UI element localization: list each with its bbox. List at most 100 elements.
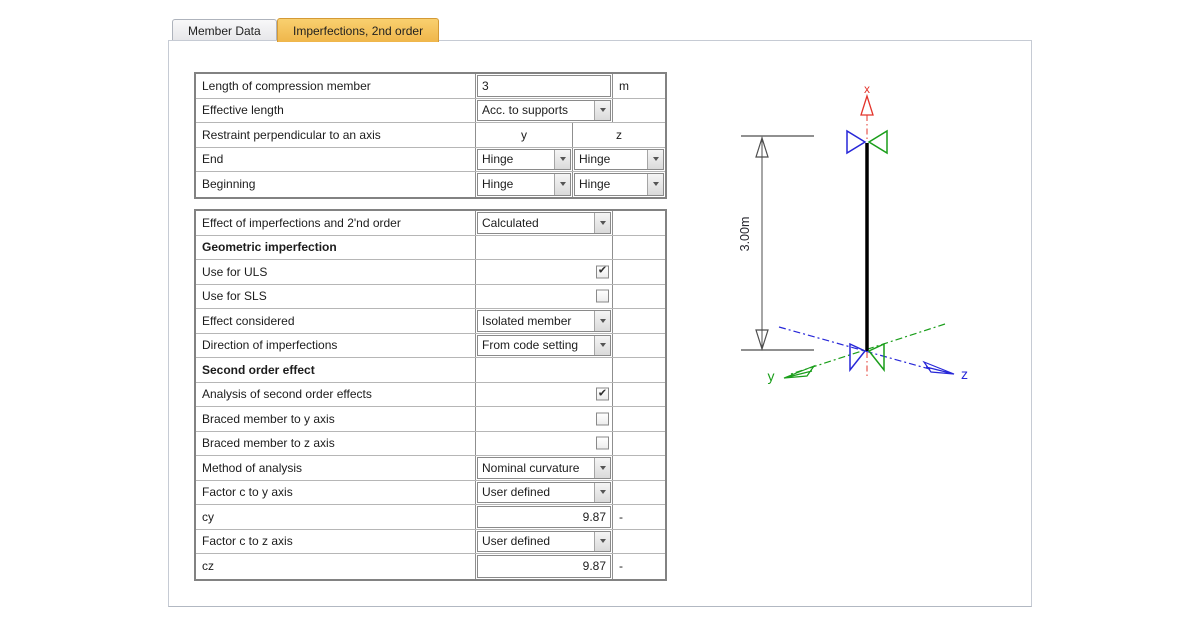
dropdown[interactable]: User defined [477,482,611,504]
tab-label: Member Data [188,24,261,38]
unit-cell [613,481,665,505]
checkmark-icon: ✔ [598,388,607,399]
value-cell: Acc. to supports [476,99,613,123]
value-cell [476,236,613,260]
row-label: cy [196,505,476,529]
dropdown-arrow-icon[interactable] [594,458,610,478]
geometry-table: Length of compression member3mEffective … [194,72,667,199]
dropdown-value: Hinge [482,177,529,191]
unit-cell [613,383,665,407]
dropdown-arrow-icon[interactable] [594,483,610,503]
checkbox[interactable] [596,437,609,450]
row-label: Effective length [196,99,476,123]
dropdown-arrow-icon[interactable] [647,174,663,195]
dropdown-value: Hinge [482,152,529,166]
row-label: Effect considered [196,309,476,333]
dropdown[interactable]: Hinge [574,173,664,196]
value-cell: ✔ [476,383,613,407]
numeric-value[interactable]: 9.87 [477,506,611,528]
dropdown[interactable]: User defined [477,531,611,553]
table-row: Geometric imperfection [196,236,665,261]
axis-x-arrow [861,96,873,115]
length-input[interactable]: 3 [477,75,611,97]
dropdown-value: From code setting [482,338,594,352]
support-hinge-top-y-icon [847,131,865,153]
checkbox[interactable]: ✔ [596,265,609,278]
unit-cell [613,99,665,123]
dropdown-arrow-icon[interactable] [594,213,610,233]
dropdown[interactable]: Nominal curvature [477,457,611,479]
checkbox[interactable]: ✔ [596,388,609,401]
dropdown[interactable]: Hinge [477,149,571,171]
axis-z-header: z [573,123,665,147]
value-cell: Isolated member [476,309,613,333]
value-cell: Nominal curvature [476,456,613,480]
dropdown-arrow-icon[interactable] [594,101,610,121]
arrow-glyph [600,221,606,225]
row-label: Method of analysis [196,456,476,480]
tab-label: Imperfections, 2nd order [293,24,423,38]
table-row: Factor c to z axisUser defined [196,530,665,555]
row-label: End [196,148,476,172]
dropdown-arrow-icon[interactable] [554,150,570,170]
value-cell [476,285,613,309]
dropdown[interactable]: Hinge [477,173,571,196]
dropdown[interactable]: From code setting [477,335,611,357]
row-label: Length of compression member [196,74,476,98]
value-cell [476,432,613,456]
dropdown-value: User defined [482,534,566,548]
dropdown-arrow-icon[interactable] [594,336,610,356]
axis-z-label: z [961,366,968,382]
value-cell: User defined [476,481,613,505]
table-row: Effect of imperfections and 2'nd orderCa… [196,211,665,236]
checkbox[interactable] [596,290,609,303]
dropdown-value: Nominal curvature [482,461,595,475]
arrow-glyph [600,319,606,323]
arrow-glyph [560,157,566,161]
settings-panel: Length of compression member3mEffective … [168,40,1032,607]
dropdown[interactable]: Isolated member [477,310,611,332]
checkmark-icon: ✔ [598,266,607,277]
axis-y-header: y [476,123,573,147]
table-row: End Hinge Hinge [196,148,665,173]
unit-cell [613,456,665,480]
dropdown[interactable]: Acc. to supports [477,100,611,122]
dropdown-value: User defined [482,485,566,499]
row-label: Geometric imperfection [196,236,476,260]
value-cell-z: Hinge [573,148,665,172]
arrow-glyph [600,466,606,470]
arrow-glyph [600,539,606,543]
table-row: Braced member to z axis [196,432,665,457]
row-label: cz [196,554,476,579]
dropdown-value: Hinge [579,152,626,166]
arrow-glyph [600,108,606,112]
dropdown[interactable]: Calculated [477,212,611,234]
row-label: Braced member to z axis [196,432,476,456]
unit-cell [613,334,665,358]
checkbox[interactable] [596,412,609,425]
unit-cell [613,309,665,333]
table-row: Use for ULS✔ [196,260,665,285]
table-row: Factor c to y axisUser defined [196,481,665,506]
dropdown-arrow-icon[interactable] [594,311,610,331]
dropdown-value: Acc. to supports [482,103,584,117]
dropdown-arrow-icon[interactable] [554,174,570,195]
table-row: Effect consideredIsolated member [196,309,665,334]
tab-member-data[interactable]: Member Data [172,19,277,41]
tab-imperfections-2nd-order[interactable]: Imperfections, 2nd order [277,18,439,42]
dropdown-arrow-icon[interactable] [647,150,663,170]
table-row: Restraint perpendicular to an axisyz [196,123,665,148]
row-label: Beginning [196,172,476,197]
value-cell: ✔ [476,260,613,284]
table-row: Use for SLS [196,285,665,310]
dropdown[interactable]: Hinge [574,149,664,171]
value-cell [476,358,613,382]
support-hinge-top-z-icon [869,131,887,153]
numeric-value[interactable]: 9.87 [477,555,611,578]
dropdown-value: Hinge [579,177,626,191]
dropdown-arrow-icon[interactable] [594,532,610,552]
table-row: Second order effect [196,358,665,383]
arrow-glyph [560,182,566,186]
table-row: Analysis of second order effects✔ [196,383,665,408]
imperfections-table: Effect of imperfections and 2'nd orderCa… [194,209,667,581]
